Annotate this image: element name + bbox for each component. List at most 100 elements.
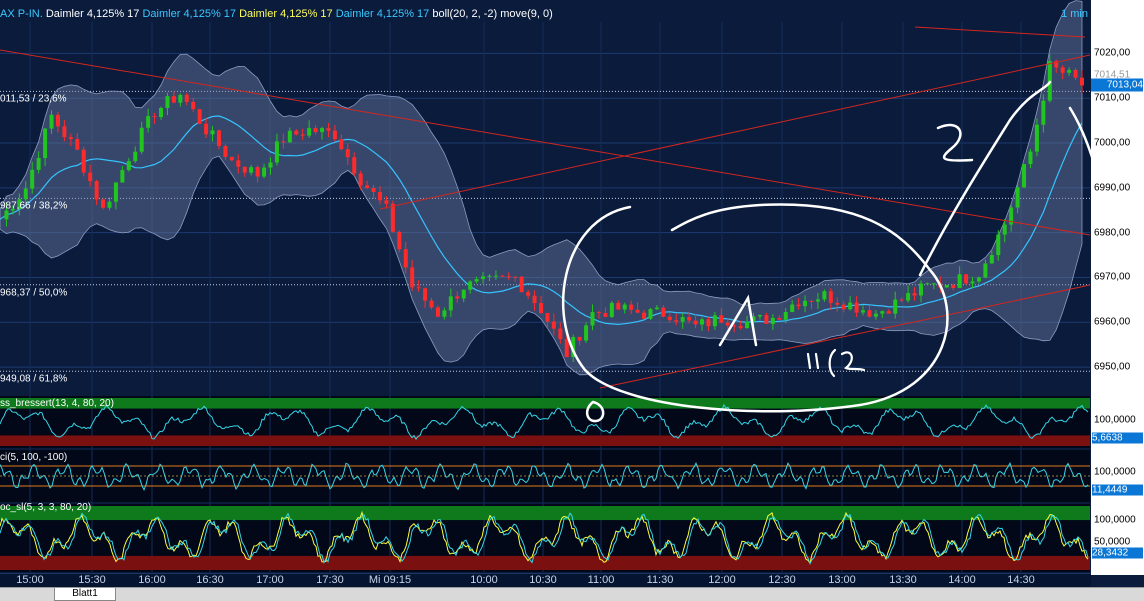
candle-body [667, 316, 672, 321]
candle-body [809, 300, 814, 302]
candle-body [854, 302, 859, 313]
candle-body [564, 339, 569, 358]
candle-body [996, 234, 1001, 256]
price-axis[interactable]: 7020,00 7010,00 7000,00 6990,00 6980,00 6970,… [1091, 0, 1144, 575]
header-segment: Daimler [236, 8, 281, 20]
candle-body [867, 310, 872, 317]
candle-body [493, 275, 498, 277]
candle-body [159, 107, 164, 118]
header-segment: boll(20, 2, -2) move(9, 0) [429, 8, 553, 20]
candle-body [661, 307, 666, 317]
time-axis-label: 12:30 [768, 574, 796, 586]
header-segment: Daimler [332, 8, 377, 20]
candle-body [757, 315, 762, 317]
candle-body [94, 181, 99, 200]
candle-body [107, 201, 112, 208]
candle-body [262, 167, 267, 177]
candle-body [126, 161, 131, 171]
candle-body [397, 231, 402, 250]
candle-body [1041, 100, 1046, 125]
indicator-scale-label: 100,0000 [1094, 514, 1136, 526]
candle-body [609, 302, 614, 317]
candle-body [474, 279, 479, 282]
candle-body [918, 283, 923, 296]
candle-body [706, 319, 711, 327]
candle-body [738, 326, 743, 329]
candle-body [700, 319, 705, 325]
fibonacci-level-label: 968,37 / 50,0% [0, 287, 68, 299]
candle-body [584, 325, 589, 341]
candle-body [133, 151, 138, 162]
candle-body [339, 139, 344, 150]
sheet-tab[interactable]: Blatt1 [54, 588, 116, 601]
candle-body [906, 293, 911, 301]
candle-body [1080, 77, 1084, 86]
candle-body [171, 96, 176, 103]
candle-body [506, 276, 511, 278]
candle-body [268, 162, 273, 168]
time-axis-label: 14:30 [1007, 574, 1035, 586]
candle-body [513, 276, 518, 278]
candle-body [365, 185, 370, 188]
candle-body [539, 303, 543, 313]
candle-body [332, 130, 337, 140]
candle-body [532, 295, 537, 304]
time-axis-label: 16:30 [196, 574, 224, 586]
candle-body [796, 304, 801, 307]
overbought-zone [0, 506, 1090, 521]
candle-body [487, 275, 492, 277]
candle-body [899, 299, 904, 301]
candle-body [1015, 187, 1020, 208]
candle-body [886, 311, 891, 314]
candle-body [287, 130, 292, 143]
candle-body [281, 141, 286, 143]
candle-body [642, 312, 647, 319]
candle-body [970, 281, 975, 284]
time-axis-label: 10:30 [529, 574, 557, 586]
candle-body [442, 310, 447, 317]
candle-body [654, 307, 659, 310]
price-axis-label: 7000,00 [1094, 137, 1131, 149]
indicator-title: ci(5, 100, -100) [0, 452, 68, 463]
price-axis-label: 6970,00 [1094, 271, 1131, 283]
header-segment: Daimler [42, 8, 87, 20]
candle-body [352, 157, 357, 174]
candle-body [719, 315, 724, 323]
candle-body [468, 281, 473, 290]
candle-body [384, 200, 389, 204]
candle-body [545, 312, 550, 322]
candle-body [519, 276, 524, 293]
candle-body [964, 274, 969, 284]
candle-body [822, 291, 827, 300]
candle-body [249, 167, 254, 173]
fibonacci-level-label: 011,53 / 23,6% [0, 93, 67, 105]
time-axis-label: Mi 09:15 [368, 574, 412, 586]
candle-body [165, 96, 170, 108]
candle-body [184, 94, 189, 102]
candle-body [429, 300, 434, 308]
price-chart[interactable] [0, 0, 1144, 601]
fibonacci-level-label: 949,08 / 61,8% [0, 373, 68, 385]
candle-body [629, 304, 634, 310]
candle-body [23, 188, 28, 200]
candle-body [1034, 124, 1039, 152]
candle-body [455, 296, 460, 299]
candle-body [4, 210, 9, 220]
candle-body [55, 114, 60, 127]
candle-body [81, 149, 86, 173]
price-axis-label: 7020,00 [1094, 47, 1131, 59]
candle-body [435, 307, 440, 317]
candle-body [229, 156, 234, 161]
time-axis[interactable]: 15:00 15:30 16:00 16:30 17:00 17:30 Mi 09:15 10… [0, 573, 1091, 588]
indicator-title: ss_bressert(13, 4, 80, 20) [0, 398, 114, 409]
candle-body [745, 321, 750, 329]
header-segment: AX P-IN. [0, 8, 43, 20]
header-segment: 4,125% 17 [376, 8, 430, 20]
candle-body [635, 309, 640, 313]
candle-body [43, 128, 48, 159]
candle-body [925, 283, 930, 285]
candle-body [551, 321, 556, 329]
candle-body [976, 277, 981, 282]
candle-body [873, 313, 878, 317]
candle-body [687, 317, 692, 321]
